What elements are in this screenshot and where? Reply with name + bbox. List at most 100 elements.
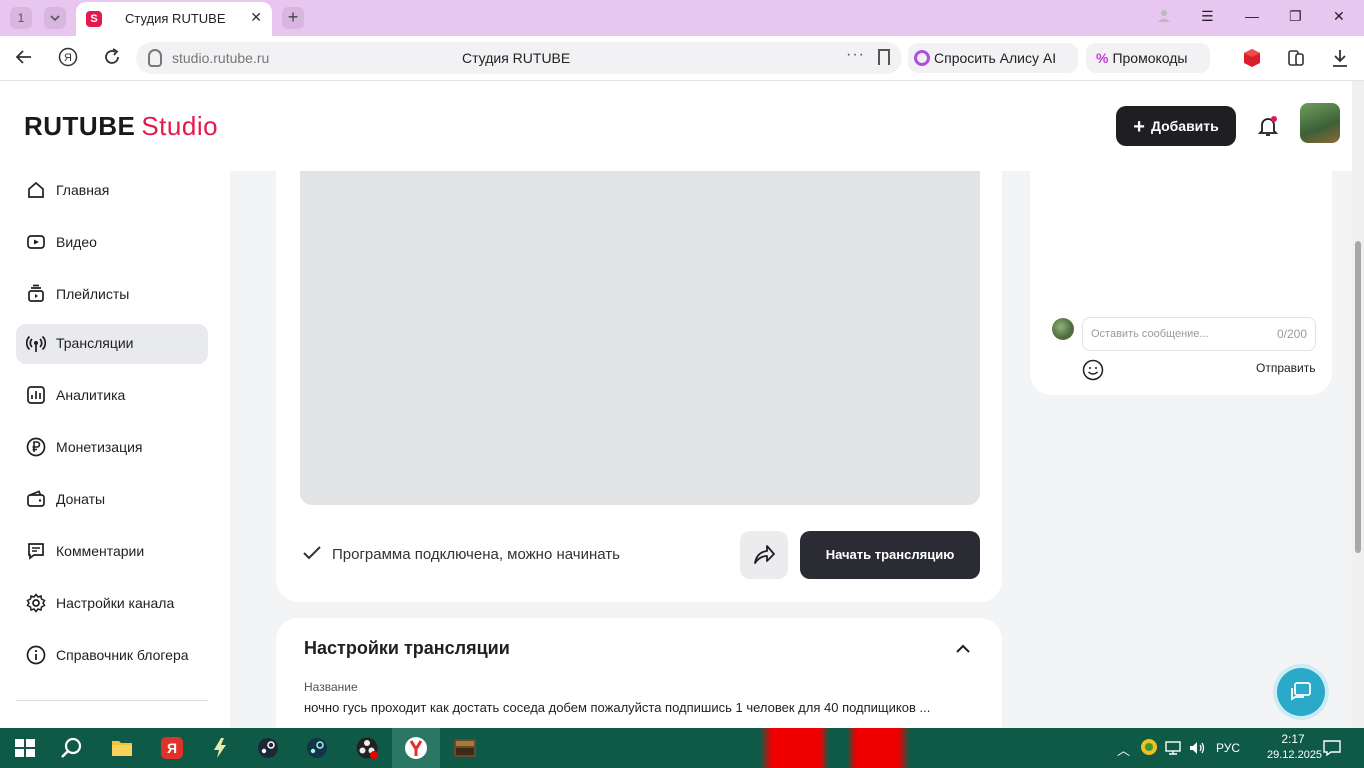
search-icon[interactable] <box>60 736 84 760</box>
stream-name-label: Название <box>304 680 358 694</box>
clock-time[interactable]: 2:17 <box>1267 732 1319 746</box>
emoji-icon[interactable] <box>1082 359 1104 381</box>
percent-icon: % <box>1096 50 1109 66</box>
analytics-icon <box>26 385 46 405</box>
broadcast-icon <box>25 333 47 353</box>
collections-icon[interactable] <box>1286 48 1306 68</box>
sidebar-item-label: Комментарии <box>56 543 145 559</box>
steam-icon-2[interactable] <box>305 736 329 760</box>
tab-close-icon[interactable]: ✕ <box>250 9 262 26</box>
chat-placeholder: Оставить сообщение... <box>1091 328 1209 340</box>
new-tab-button[interactable]: + <box>282 7 304 29</box>
tray-app-icon[interactable] <box>1140 738 1158 756</box>
steam-icon[interactable] <box>256 736 280 760</box>
sidebar-item-donations[interactable]: Донаты <box>16 480 208 520</box>
taskbar-artifact <box>760 728 910 768</box>
yandex-browser-icon <box>404 736 428 760</box>
browser-tab-strip: 1 S Студия RUTUBE ✕ + ☰ — ❐ ✕ <box>0 0 1364 36</box>
sidebar-item-analytics[interactable]: Аналитика <box>16 376 208 416</box>
sidebar-item-video[interactable]: Видео <box>16 223 208 263</box>
back-arrow-icon[interactable] <box>14 47 34 72</box>
sidebar-item-blogger-guide[interactable]: Справочник блогера <box>16 636 208 676</box>
yandex-icon[interactable]: Я <box>58 47 78 72</box>
logo-studio: Studio <box>141 111 219 141</box>
sidebar-item-label: Плейлисты <box>56 286 130 302</box>
windows-start-icon[interactable] <box>13 736 37 760</box>
stream-name-value[interactable]: ночно гусь проходит как достать соседа д… <box>304 700 930 715</box>
taskbar-active-app[interactable] <box>392 728 440 768</box>
bookmark-icon[interactable] <box>878 49 890 65</box>
check-icon <box>302 543 322 569</box>
info-icon <box>26 645 46 665</box>
volume-icon[interactable] <box>1188 739 1206 757</box>
chat-user-avatar <box>1052 318 1074 340</box>
restore-icon[interactable]: ❐ <box>1289 8 1302 25</box>
address-bar[interactable]: studio.rutube.ru Студия RUTUBE ··· <box>136 42 902 74</box>
url-text: studio.rutube.ru <box>172 50 270 66</box>
sidebar-item-label: Главная <box>56 182 110 198</box>
add-button-label: Добавить <box>1150 118 1219 134</box>
file-explorer-icon[interactable] <box>110 736 134 760</box>
promo-codes-button[interactable]: % Промокоды <box>1086 43 1210 73</box>
obs-icon[interactable] <box>355 736 379 760</box>
yandex-app-icon[interactable]: Я <box>160 736 184 760</box>
rutube-studio-logo[interactable]: RUTUBE Studio <box>24 111 218 142</box>
add-button[interactable]: + Добавить <box>1116 106 1236 146</box>
sidebar-item-label: Аналитика <box>56 387 126 403</box>
sidebar-divider <box>16 700 208 701</box>
sidebar-item-label: Настройки канала <box>56 595 175 611</box>
support-chat-button[interactable] <box>1277 668 1325 716</box>
notification-bell-icon[interactable] <box>1256 114 1280 138</box>
page-title-text: Студия RUTUBE <box>462 50 571 66</box>
minimize-icon[interactable]: — <box>1245 8 1259 24</box>
sidebar-item-monetization[interactable]: Монетизация <box>16 428 208 468</box>
gear-icon <box>26 593 46 613</box>
app-header: RUTUBE Studio + Добавить <box>0 81 1364 171</box>
tab-active[interactable]: S Студия RUTUBE ✕ <box>76 2 272 36</box>
sidebar-item-label: Монетизация <box>56 439 143 455</box>
tab-list-chevron-icon[interactable] <box>44 7 66 29</box>
shield-icon[interactable] <box>148 49 162 67</box>
sidebar-item-channel-settings[interactable]: Настройки канала <box>16 584 208 624</box>
svg-text:Я: Я <box>64 52 72 64</box>
sidebar-item-home[interactable]: Главная <box>16 171 208 211</box>
share-button[interactable] <box>740 531 788 579</box>
stream-status: Программа подключена, можно начинать <box>332 546 620 563</box>
clock-date[interactable]: 29.12.2025 <box>1267 749 1322 761</box>
stream-settings-card: Настройки трансляции Название ночно гусь… <box>276 618 1002 738</box>
plus-icon: + <box>1133 116 1145 138</box>
ask-alice-button[interactable]: Спросить Алису AI <box>908 43 1078 73</box>
tray-expand-icon[interactable]: ︿ <box>1117 740 1130 759</box>
sidebar-item-comments[interactable]: Комментарии <box>16 532 208 572</box>
reload-icon[interactable] <box>102 47 122 72</box>
sidebar-item-playlists[interactable]: Плейлисты <box>16 275 208 315</box>
chat-message-input[interactable]: Оставить сообщение... 0/200 <box>1082 317 1316 351</box>
bolt-app-icon[interactable] <box>208 736 232 760</box>
send-button[interactable]: Отправить <box>1256 361 1316 375</box>
close-window-icon[interactable]: ✕ <box>1333 8 1345 25</box>
rutube-favicon-icon: S <box>86 11 102 27</box>
video-preview[interactable] <box>300 171 980 505</box>
tab-counter[interactable]: 1 <box>10 7 32 29</box>
user-avatar[interactable] <box>1300 103 1340 143</box>
start-stream-button[interactable]: Начать трансляцию <box>800 531 980 579</box>
sidebar-item-label: Видео <box>56 234 97 250</box>
profile-icon[interactable] <box>1157 8 1171 25</box>
network-icon[interactable] <box>1164 739 1182 757</box>
download-icon[interactable] <box>1330 48 1350 68</box>
extension-icon[interactable] <box>1242 48 1262 68</box>
sidebar-item-broadcasts[interactable]: Трансляции <box>16 324 208 364</box>
notifications-icon[interactable] <box>1322 738 1342 758</box>
page-scrollbar[interactable] <box>1352 81 1364 728</box>
chat-card: Оставить сообщение... 0/200 Отправить <box>1030 171 1332 395</box>
scroll-thumb[interactable] <box>1355 241 1361 553</box>
tab-title: Студия RUTUBE <box>125 11 226 26</box>
menu-icon[interactable]: ☰ <box>1201 8 1214 25</box>
more-dots-icon[interactable]: ··· <box>846 46 865 64</box>
comment-icon <box>26 541 46 561</box>
game-icon[interactable] <box>453 736 477 760</box>
chevron-up-icon[interactable] <box>956 642 970 656</box>
os-taskbar: Я ︿ РУС 2:17 29.12.2025 <box>0 728 1364 768</box>
language-indicator[interactable]: РУС <box>1216 741 1240 755</box>
playlist-icon <box>26 284 46 304</box>
